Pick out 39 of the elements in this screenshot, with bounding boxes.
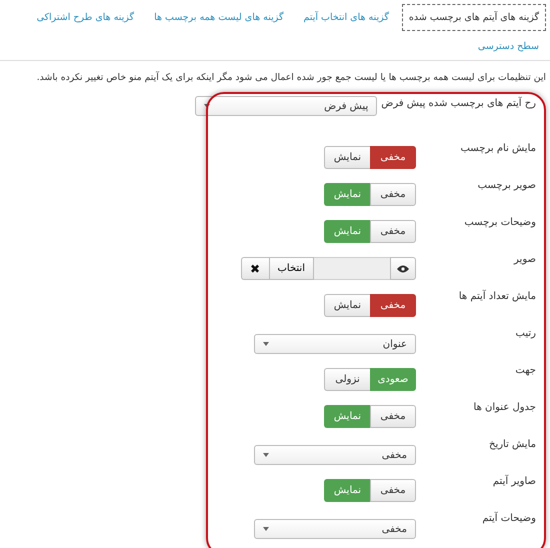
field-label: رح آیتم های برچسب شده پیش فرض — [381, 96, 536, 111]
dropdown[interactable]: مخفی — [254, 519, 416, 539]
toggle-option[interactable]: مخفی — [370, 220, 416, 243]
toggle-option[interactable]: نمایش — [324, 294, 370, 317]
clear-button[interactable]: ✖ — [240, 257, 268, 280]
field-label: صویر — [512, 253, 536, 267]
field-label: وضیحات آیتم — [481, 511, 536, 526]
tab[interactable]: گزینه های انتخاب آیتم — [296, 4, 396, 31]
field-label: صویر برچسب — [476, 179, 536, 193]
toggle-option[interactable]: مخفی — [370, 405, 416, 428]
tab[interactable]: گزینه های آیتم های برچسب شده — [402, 4, 546, 31]
tab[interactable]: گزینه های طرح اشتراکی — [30, 4, 142, 31]
field-label: جدول عنوان ها — [472, 401, 536, 415]
toggle-option[interactable]: مخفی — [370, 183, 416, 206]
select-button[interactable]: انتخاب — [268, 257, 314, 280]
dropdown[interactable]: پیش فرض — [195, 96, 378, 116]
toggle-option[interactable]: مخفی — [370, 479, 416, 502]
field-label: مایش نام برچسب — [459, 142, 536, 156]
dropdown[interactable]: مخفی — [254, 445, 416, 465]
toggle-option[interactable]: مخفی — [370, 294, 416, 317]
toggle-option[interactable]: مخفی — [370, 146, 416, 169]
description-text: این تنظیمات برای لیست همه برچسب ها یا لیست جمع جور شده اعمال می شود مگر اینکه برای یک آیتم منو خاص تغییر نکرده باشد. — [36, 70, 546, 85]
caret-icon — [263, 342, 269, 346]
preview-button[interactable] — [390, 257, 416, 280]
field-label: مایش تاریخ — [488, 438, 536, 452]
image-path-field[interactable] — [314, 257, 390, 280]
toggle-option[interactable]: نزولی — [324, 368, 370, 391]
tab[interactable]: سطح دسترسی — [470, 33, 546, 60]
caret-icon — [263, 527, 269, 531]
field-label: مایش تعداد آیتم ها — [458, 289, 536, 304]
field-label: رتیب — [514, 327, 536, 341]
field-label: جهت — [514, 364, 536, 378]
dropdown[interactable]: عنوان — [254, 334, 416, 354]
toggle-option[interactable]: نمایش — [324, 146, 370, 169]
caret-icon — [263, 453, 269, 457]
field-label: وضیحات برچسب — [463, 216, 536, 230]
tab[interactable]: گزینه های لیست همه برچسب ها — [147, 4, 291, 31]
field-label: صاویر آیتم — [492, 474, 536, 489]
eye-icon — [397, 264, 409, 272]
